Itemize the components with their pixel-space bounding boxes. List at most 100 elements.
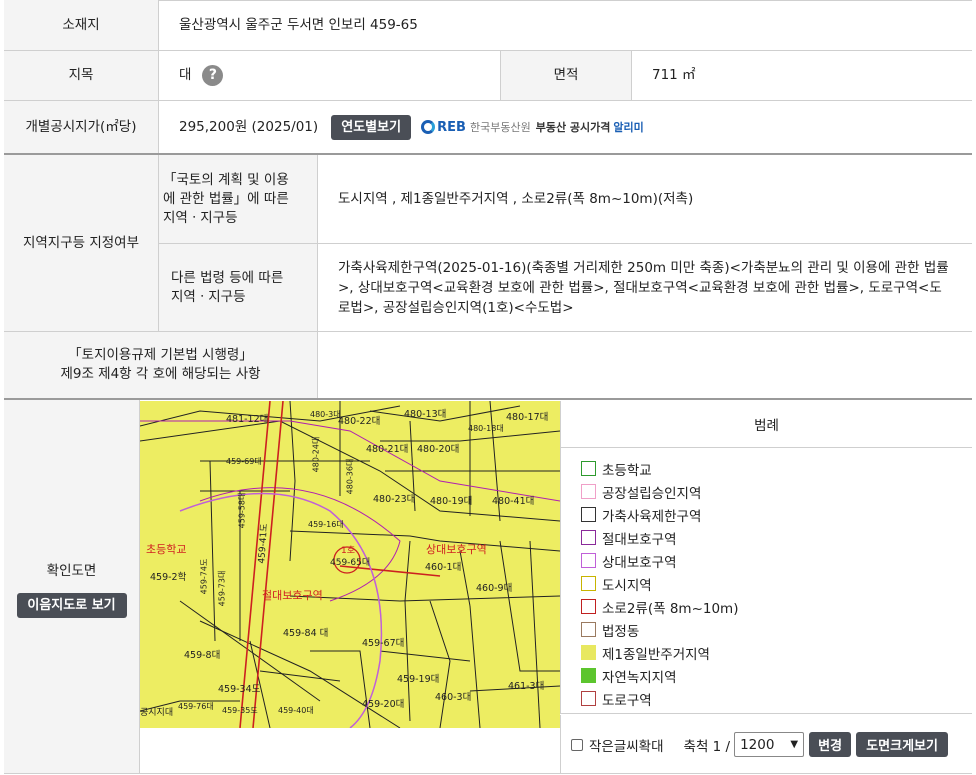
- location-row: 소재지 울산광역시 울주군 두서면 인보리 459-65: [4, 0, 972, 51]
- legend-swatch: [581, 553, 596, 568]
- map-label-parcel-459-67: 459-67대: [362, 638, 405, 649]
- map-label-relative-zone: 상대보호구역: [426, 543, 487, 556]
- area-value: 711 ㎡: [652, 67, 696, 83]
- legend-item: 가축사육제한구역: [581, 503, 972, 526]
- map-label-parcel-480-36: 480-36대: [345, 458, 355, 495]
- map-section-label: 확인도면: [46, 562, 97, 579]
- reb-logo-app: 알리미: [613, 120, 644, 134]
- scale-label: 축척 1 /: [683, 738, 731, 755]
- map-label-parcel-480-24: 480-24대: [311, 436, 321, 473]
- map-label-parcel-459-34: 459-34도: [218, 684, 261, 695]
- land-use-map[interactable]: 481-12대 480-22대 480-13대 480-17대 480-18대 …: [140, 401, 560, 728]
- map-label-parcel-459-74: 459-74도: [199, 558, 209, 595]
- legend-item: 초등학교: [581, 457, 972, 480]
- legend-swatch: [581, 461, 596, 476]
- enforcement-label: 「토지이용규제 기본법 시행령」 제9조 제4항 각 호에 해당되는 사항: [4, 332, 318, 398]
- land-category-row: 지목 대 ? 면적 711 ㎡: [4, 51, 972, 101]
- legend-panel: 범례 초등학교공장설립승인지역가축사육제한구역절대보호구역 상대보호구역도시지역소…: [560, 401, 972, 714]
- legend-swatch: [581, 530, 596, 545]
- location-value: 울산광역시 울주군 두서면 인보리 459-65: [179, 16, 418, 33]
- map-label-parcel-459-41: 459-41도: [257, 523, 270, 564]
- legend-item-label: 소로2류(폭 8m~10m): [602, 600, 739, 617]
- map-label-parcel-480-19: 480-19대: [430, 496, 473, 507]
- map-label-parcel-460-3: 460-3대: [435, 692, 472, 703]
- zoning-other-label: 다른 법령 등에 따른 지역ㆍ지구등: [159, 244, 318, 331]
- legend-swatch: [581, 668, 596, 683]
- reb-logo-service: 부동산 공시가격: [535, 120, 611, 134]
- small-text-label[interactable]: 작은글씨확대: [589, 735, 664, 755]
- zoning-row: 지역지구등 지정여부 「국토의 계획 및 이용 에 관한 법률」에 따른 지역ㆍ…: [4, 155, 972, 332]
- map-label-parcel-480-41: 480-41대: [492, 496, 535, 507]
- legend-item: 도로구역: [581, 687, 972, 710]
- yearly-view-button[interactable]: 연도별보기: [331, 114, 412, 140]
- enlarge-map-button[interactable]: 도면크게보기: [856, 732, 949, 757]
- map-label-parcel-480-21: 480-21대: [366, 444, 409, 455]
- zoning-national-value: 도시지역 , 제1종일반주거지역 , 소로2류(폭 8m~10m)(저촉): [338, 190, 694, 207]
- map-label-parcel-461-3: 461-3대: [508, 681, 545, 692]
- map-label-parcel-480-20: 480-20대: [417, 444, 460, 455]
- map-label-parcel-480-17: 480-17대: [506, 412, 549, 423]
- legend-title: 범례: [561, 401, 972, 448]
- enforcement-row: 「토지이용규제 기본법 시행령」 제9조 제4항 각 호에 해당되는 사항: [4, 332, 972, 400]
- land-category-label: 지목: [4, 51, 159, 100]
- map-label-parcel-480-3: 480-3대: [310, 410, 341, 419]
- legend-item: 제1종일반주거지역: [581, 641, 972, 664]
- map-label-parcel-480-13: 480-13대: [404, 409, 447, 420]
- scale-select[interactable]: 1200 ▼: [734, 732, 805, 757]
- legend-swatch: [581, 507, 596, 522]
- map-label-parcel-459-20: 459-20대: [362, 699, 405, 710]
- change-scale-button[interactable]: 변경: [809, 732, 852, 757]
- eum-map-button[interactable]: 이음지도로 보기: [16, 592, 127, 618]
- legend-item: 절대보호구역: [581, 526, 972, 549]
- map-label-parcel-459-65: 459-65대: [330, 558, 371, 568]
- chevron-down-icon: ▼: [790, 739, 799, 750]
- legend-item: 상대보호구역: [581, 549, 972, 572]
- legend-item: 소로2류(폭 8m~10m): [581, 595, 972, 618]
- legend-swatch: [581, 691, 596, 706]
- map-label-parcel-480-18: 480-18대: [468, 424, 504, 433]
- legend-swatch: [581, 645, 596, 660]
- land-category-value: 대: [179, 67, 192, 83]
- map-controls: 작은글씨확대 축척 1 / 1200 ▼ 변경 도면크게보기: [560, 715, 972, 774]
- legend-item-label: 도로구역: [602, 692, 652, 709]
- legend-list: 초등학교공장설립승인지역가축사육제한구역절대보호구역 상대보호구역도시지역소로2류…: [561, 448, 972, 710]
- help-icon[interactable]: ?: [202, 65, 224, 86]
- reb-logo[interactable]: REB 한국부동산원 부동산 공시가격 알리미: [421, 118, 644, 137]
- map-label-parcel-460-1: 460-1대: [425, 562, 462, 573]
- zoning-national-row: 「국토의 계획 및 이용 에 관한 법률」에 따른 지역ㆍ지구등 도시지역 , …: [159, 155, 972, 244]
- enforcement-value: [318, 332, 972, 398]
- map-label-parcel-459-40: 459-40대: [278, 706, 314, 715]
- map-label-parcel-459-73: 459-73대: [217, 570, 227, 607]
- legend-item-label: 법정동: [602, 623, 640, 640]
- zoning-other-row: 다른 법령 등에 따른 지역ㆍ지구등 가축사육제한구역(2025-01-16)(…: [159, 244, 972, 331]
- small-text-checkbox[interactable]: [571, 738, 583, 751]
- legend-item: 법정동: [581, 618, 972, 641]
- legend-item-label: 자연녹지지역: [602, 669, 677, 686]
- map-label-parcel-480-23: 480-23대: [373, 494, 416, 505]
- legend-item-label: 공장설립승인지역: [602, 485, 702, 502]
- legend-item: 도시지역: [581, 572, 972, 595]
- price-value: 295,200원 (2025/01): [179, 118, 319, 135]
- map-label-park-tag: 공시지대: [140, 708, 174, 718]
- area-label: 면적: [501, 51, 632, 100]
- map-label-parcel-459-16: 459-16대: [308, 520, 344, 529]
- map-label-parcel-459-8: 459-8대: [184, 650, 221, 661]
- legend-item-label: 도시지역: [602, 577, 652, 594]
- reb-logo-org: 한국부동산원: [469, 120, 531, 134]
- map-label-parcel-460-9: 460-9대: [476, 583, 513, 594]
- legend-swatch: [581, 622, 596, 637]
- map-label-parcel-459-58: 459-58대: [237, 492, 247, 529]
- price-cell: 295,200원 (2025/01) 연도별보기 REB 한국부동산원 부동산 …: [159, 101, 972, 153]
- map-label-school: 초등학교: [146, 543, 187, 556]
- map-label-parcel-480-22: 480-22대: [338, 416, 381, 427]
- legend-item-label: 제1종일반주거지역: [602, 646, 710, 663]
- location-label: 소재지: [4, 0, 159, 50]
- map-label-parcel-459-84: 459-84 대: [283, 628, 329, 639]
- legend-item: 공장설립승인지역: [581, 480, 972, 503]
- map-label-parcel-459-76: 459-76대: [178, 702, 214, 711]
- legend-item-label: 절대보호구역: [602, 531, 677, 548]
- price-row: 개별공시지가(㎡당) 295,200원 (2025/01) 연도별보기 REB …: [4, 101, 972, 155]
- map-label-parcel-481-12: 481-12대: [226, 414, 269, 425]
- legend-item-label: 초등학교: [602, 462, 652, 479]
- legend-item-label: 가축사육제한구역: [602, 508, 702, 525]
